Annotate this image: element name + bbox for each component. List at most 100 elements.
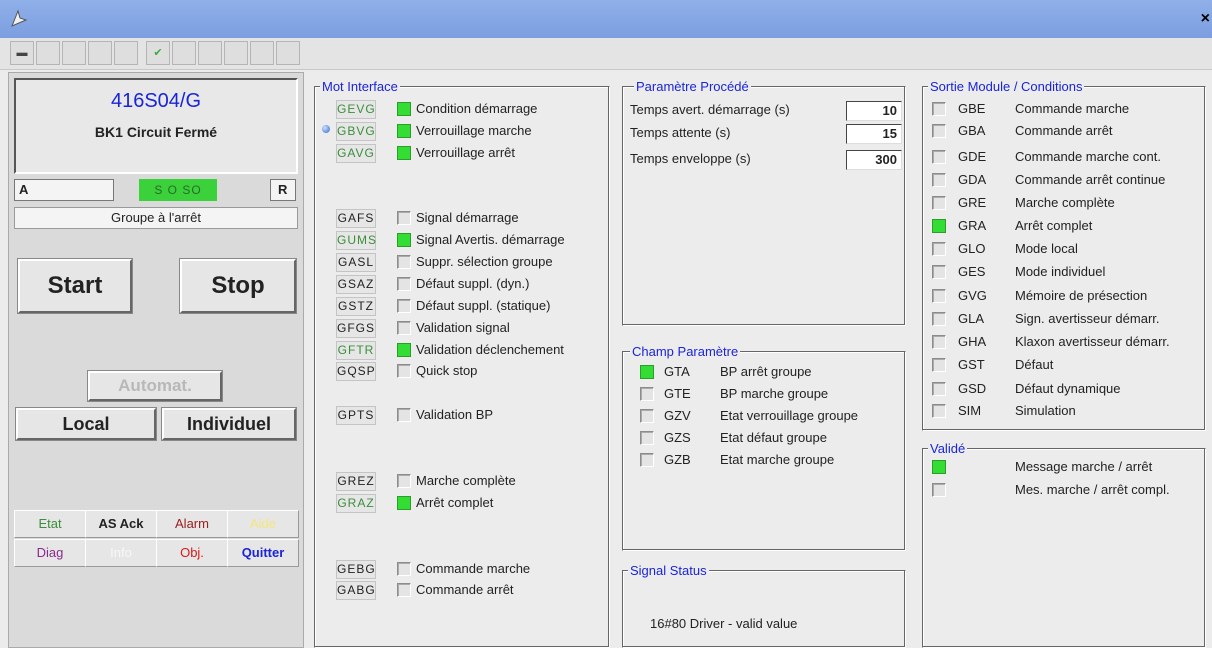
local-button[interactable]: Local xyxy=(15,407,157,441)
status-checkbox xyxy=(932,335,946,349)
status-checkbox xyxy=(397,343,411,357)
group-state: Groupe à l'arrêt xyxy=(14,207,298,229)
parameter-value-field[interactable]: 10 xyxy=(846,101,902,121)
start-button[interactable]: Start xyxy=(17,258,133,314)
status-checkbox xyxy=(932,404,946,418)
status-checkbox xyxy=(397,583,411,597)
parameter-label: Temps avert. démarrage (s) xyxy=(630,102,790,117)
status-checkbox xyxy=(932,312,946,326)
module-label: Mode individuel xyxy=(1015,264,1106,279)
module-label: Commande arrêt continue xyxy=(1015,172,1166,187)
interface-tag[interactable]: GEVG xyxy=(336,100,376,119)
r-button[interactable]: R xyxy=(270,179,296,201)
parameter-value-field[interactable]: 300 xyxy=(846,150,902,170)
individuel-button[interactable]: Individuel xyxy=(161,407,297,441)
mot-interface-title: Mot Interface xyxy=(320,79,400,94)
parametre-procede-title: Paramètre Procédé xyxy=(634,79,751,94)
nav-button-info[interactable]: Info xyxy=(85,539,157,567)
interface-tag[interactable]: GEBG xyxy=(336,560,376,579)
interface-tag[interactable]: GASL xyxy=(336,253,376,272)
field-code: GZB xyxy=(664,452,691,467)
parameter-value-field[interactable]: 15 xyxy=(846,124,902,144)
nav-button-obj[interactable]: Obj. xyxy=(156,539,228,567)
status-checkbox xyxy=(397,102,411,116)
field-code: GZV xyxy=(664,408,691,423)
status-checkbox xyxy=(397,474,411,488)
interface-label: Signal démarrage xyxy=(416,210,519,225)
module-code: GES xyxy=(958,264,986,279)
interface-tag[interactable]: GQSP xyxy=(336,362,376,381)
automat-button[interactable]: Automat. xyxy=(87,370,223,402)
interface-label: Verrouillage marche xyxy=(416,123,532,138)
nav-button-etat[interactable]: Etat xyxy=(14,510,86,538)
minimize-window-icon[interactable]: ▬ xyxy=(10,41,34,65)
module-code: GST xyxy=(958,357,985,372)
interface-tag[interactable]: GUMS xyxy=(336,231,376,250)
interface-tag[interactable]: GREZ xyxy=(336,472,376,491)
nav-button-diag[interactable]: Diag xyxy=(14,539,86,567)
interface-label: Verrouillage arrêt xyxy=(416,145,515,160)
nav-button-aide[interactable]: Aide xyxy=(227,510,299,538)
stop-button[interactable]: Stop xyxy=(179,258,297,314)
interface-tag[interactable]: GFGS xyxy=(336,319,376,338)
validation-label: Mes. marche / arrêt compl. xyxy=(1015,482,1170,497)
interface-tag[interactable]: GBVG xyxy=(336,122,376,141)
interface-label: Défaut suppl. (dyn.) xyxy=(416,276,530,291)
object-name: BK1 Circuit Fermé xyxy=(94,124,218,140)
module-label: Mode local xyxy=(1015,241,1078,256)
module-code: SIM xyxy=(958,403,982,418)
interface-label: Condition démarrage xyxy=(416,101,538,116)
toolbar-button-empty[interactable] xyxy=(276,41,300,65)
module-label: Arrêt complet xyxy=(1015,218,1093,233)
interface-tag[interactable]: GAVG xyxy=(336,144,376,163)
nav-button-quitter[interactable]: Quitter xyxy=(227,539,299,567)
toolbar-button-empty[interactable] xyxy=(250,41,274,65)
toolbar-button-empty[interactable] xyxy=(198,41,222,65)
interface-tag[interactable]: GAFS xyxy=(336,209,376,228)
title-bar: × xyxy=(0,0,1212,38)
module-label: Commande marche xyxy=(1015,101,1130,116)
interface-tag[interactable]: GPTS xyxy=(336,406,376,425)
toolbar-button-empty[interactable] xyxy=(36,41,60,65)
interface-tag[interactable]: GSAZ xyxy=(336,275,376,294)
toolbar-button-empty[interactable] xyxy=(224,41,248,65)
interface-label: Validation signal xyxy=(416,320,510,335)
toolbar-button-empty[interactable] xyxy=(172,41,196,65)
toolbar-button-empty[interactable] xyxy=(114,41,138,65)
module-label: Commande marche cont. xyxy=(1015,149,1161,164)
parameter-label: Temps enveloppe (s) xyxy=(630,151,751,166)
status-checkbox xyxy=(932,289,946,303)
interface-tag[interactable]: GABG xyxy=(336,581,376,600)
status-checkbox xyxy=(932,242,946,256)
close-icon[interactable]: × xyxy=(1201,10,1210,28)
toolbar-button-empty[interactable] xyxy=(62,41,86,65)
field-label: BP marche groupe xyxy=(720,386,829,401)
module-code: GSD xyxy=(958,381,987,396)
status-checkbox xyxy=(397,408,411,422)
status-checkbox xyxy=(640,365,654,379)
status-checkbox xyxy=(397,255,411,269)
status-checkbox xyxy=(932,382,946,396)
sortie-module-title: Sortie Module / Conditions xyxy=(928,79,1085,94)
module-code: GVG xyxy=(958,288,987,303)
check-icon[interactable]: ✔ xyxy=(146,41,170,65)
nav-button-asack[interactable]: AS Ack xyxy=(85,510,157,538)
interface-label: Arrêt complet xyxy=(416,495,494,510)
object-id: 416S04/G xyxy=(110,90,202,112)
interface-tag[interactable]: GRAZ xyxy=(336,494,376,513)
selected-row-indicator xyxy=(322,125,330,133)
plane-icon xyxy=(11,9,28,27)
interface-label: Commande arrêt xyxy=(416,582,514,597)
interface-tag[interactable]: GFTR xyxy=(336,341,376,360)
interface-tag[interactable]: GSTZ xyxy=(336,297,376,316)
interface-label: Validation BP xyxy=(416,407,494,422)
interface-label: Marche complète xyxy=(416,473,516,488)
a-field[interactable]: A xyxy=(14,179,114,201)
toolbar-button-empty[interactable] xyxy=(88,41,112,65)
nav-button-alarm[interactable]: Alarm xyxy=(156,510,228,538)
field-label: Etat marche groupe xyxy=(720,452,835,467)
module-code: GLO xyxy=(958,241,986,256)
module-code: GRA xyxy=(958,218,987,233)
module-code: GDE xyxy=(958,149,987,164)
status-checkbox xyxy=(932,460,946,474)
